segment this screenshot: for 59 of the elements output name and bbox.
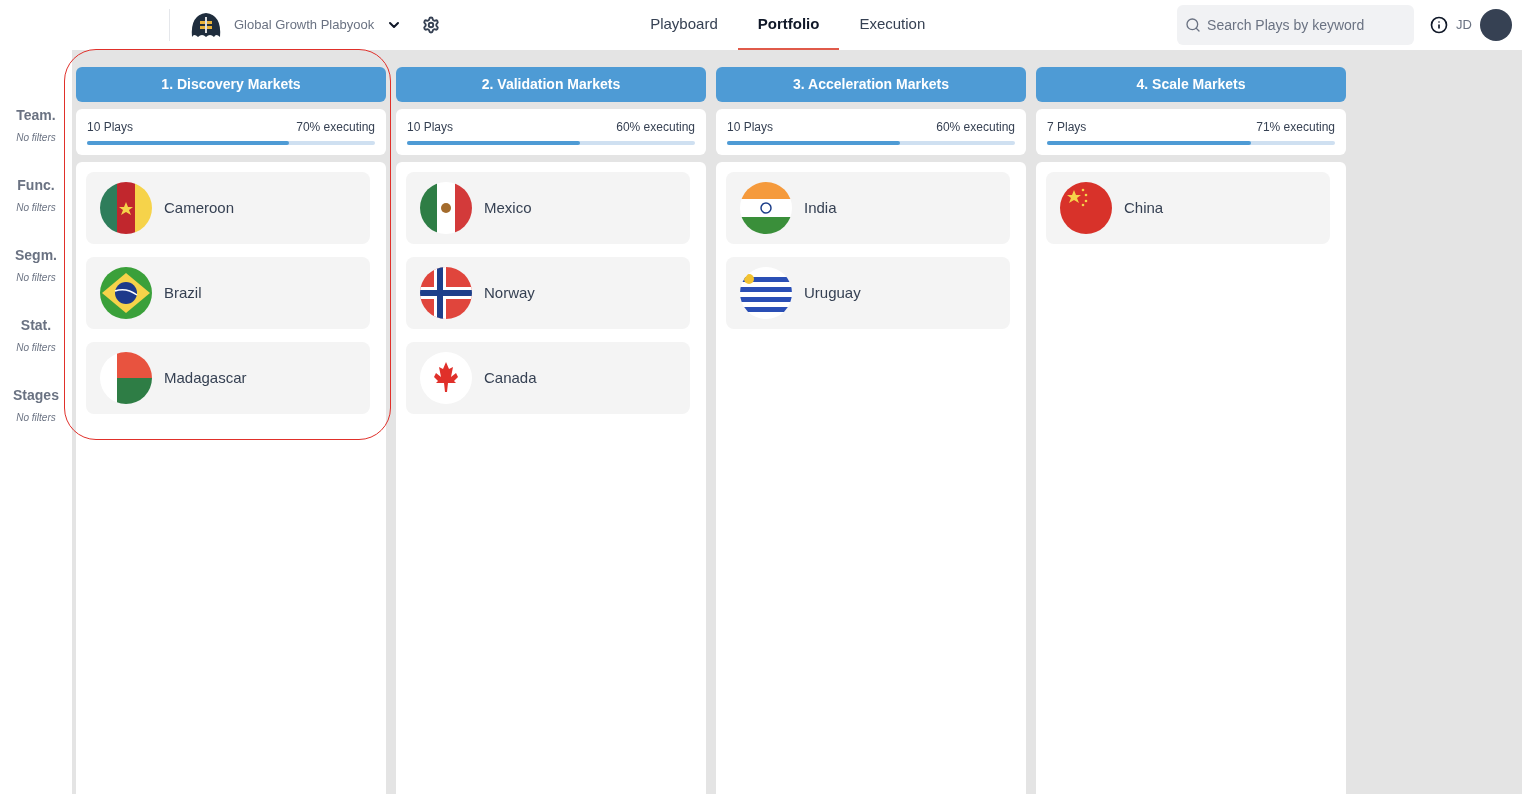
user-initials: JD [1456,16,1472,35]
executing-percent: 70% executing [296,119,375,136]
filter-label[interactable]: Team. [16,105,56,126]
flag-icon [420,267,472,319]
settings-icon[interactable] [422,16,441,34]
search-icon [1185,17,1202,33]
market-name: Canada [484,367,537,388]
filter-value: No filters [16,271,56,285]
playbook-name[interactable]: Global Growth Plabyook [234,15,375,35]
executing-percent: 71% executing [1256,119,1335,136]
flag-icon [420,182,472,234]
filter-value: No filters [16,201,56,215]
market-card[interactable]: China [1046,172,1330,244]
executing-percent: 60% executing [936,119,1015,136]
filter-value: No filters [16,411,56,425]
market-name: Cameroon [164,197,235,218]
filter-label[interactable]: Stat. [20,315,52,336]
filter-label[interactable]: Stages [13,385,59,406]
plays-count: 10 Plays [407,119,454,136]
flag-icon [100,352,152,404]
info-icon[interactable] [1430,16,1449,34]
executing-percent: 60% executing [616,119,695,136]
flag-icon [420,352,472,404]
plays-count: 7 Plays [1047,119,1087,136]
filter-label[interactable]: Func. [17,175,55,196]
filter-label[interactable]: Segm. [15,245,57,266]
nav-tab[interactable]: Playboard [630,0,738,50]
flag-icon [100,182,152,234]
column-header: 4. Scale Markets [1036,67,1346,102]
column-header: 1. Discovery Markets [76,67,386,102]
avatar[interactable] [1480,9,1512,41]
flag-icon [740,267,792,319]
plays-count: 10 Plays [727,119,774,136]
market-name: Brazil [164,282,202,303]
logo-icon [190,11,222,39]
filter-value: No filters [16,341,56,355]
plays-count: 10 Plays [87,119,134,136]
market-card[interactable]: Madagascar [86,342,370,414]
column-header: 2. Validation Markets [396,67,706,102]
flag-icon [740,182,792,234]
column-header: 3. Acceleration Markets [716,67,1026,102]
market-card[interactable]: India [726,172,1010,244]
market-name: Uruguay [804,282,861,303]
nav-tab[interactable]: Execution [839,0,946,50]
filter-value: No filters [16,131,56,145]
market-card[interactable]: Uruguay [726,257,1010,329]
flag-icon [1060,182,1112,234]
market-card[interactable]: Canada [406,342,690,414]
market-name: Mexico [484,197,532,218]
market-name: China [1124,197,1164,218]
market-card[interactable]: Norway [406,257,690,329]
market-card[interactable]: Mexico [406,172,690,244]
market-name: Madagascar [164,367,247,388]
search-field[interactable]: Search Plays by keyword [1177,5,1415,45]
market-name: Norway [484,282,535,303]
market-card[interactable]: Brazil [86,257,370,329]
flag-icon [100,267,152,319]
market-name: India [804,197,837,218]
market-card[interactable]: Cameroon [86,172,370,244]
